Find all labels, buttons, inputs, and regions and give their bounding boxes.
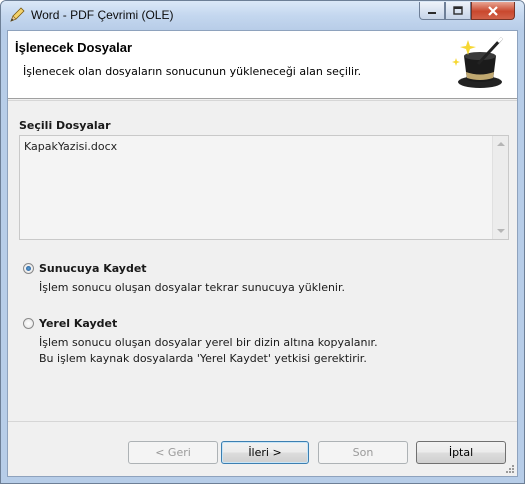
button-separator xyxy=(8,421,517,422)
minimize-button[interactable] xyxy=(419,2,445,20)
option-server-save[interactable]: Sunucuya Kaydet xyxy=(23,262,147,275)
title-bar[interactable]: Word - PDF Çevrimi (OLE) xyxy=(1,1,524,30)
cancel-button[interactable]: İptal xyxy=(416,441,506,464)
scroll-up-icon[interactable] xyxy=(497,142,505,146)
header-divider xyxy=(8,100,517,101)
magic-hat-icon xyxy=(452,36,504,88)
minimize-icon xyxy=(428,11,436,14)
next-button[interactable]: İleri > xyxy=(221,441,309,464)
server-save-description: İşlem sonucu oluşan dosyalar tekrar sunu… xyxy=(39,281,345,294)
pen-icon xyxy=(10,7,25,22)
list-scrollbar[interactable] xyxy=(492,136,508,239)
window-title: Word - PDF Çevrimi (OLE) xyxy=(31,8,174,22)
resize-grip-icon[interactable] xyxy=(505,464,515,474)
option-local-save[interactable]: Yerel Kaydet xyxy=(23,317,117,330)
selected-files-list[interactable]: KapakYazisi.docx xyxy=(19,135,509,240)
wizard-header: İşlenecek Dosyalar İşlenecek olan dosyal… xyxy=(8,31,517,99)
local-save-label[interactable]: Yerel Kaydet xyxy=(39,317,117,330)
close-button[interactable] xyxy=(471,2,515,20)
selected-files-label: Seçili Dosyalar xyxy=(19,119,111,132)
finish-button[interactable]: Son xyxy=(318,441,408,464)
page-title: İşlenecek Dosyalar xyxy=(15,40,133,55)
server-save-label[interactable]: Sunucuya Kaydet xyxy=(39,262,147,275)
server-save-radio[interactable] xyxy=(23,263,34,274)
local-save-description-1: İşlem sonucu oluşan dosyalar yerel bir d… xyxy=(39,336,378,349)
maximize-button[interactable] xyxy=(445,2,471,20)
local-save-description-2: Bu işlem kaynak dosyalarda 'Yerel Kaydet… xyxy=(39,352,367,365)
back-button[interactable]: < Geri xyxy=(128,441,218,464)
maximize-icon xyxy=(453,5,463,15)
list-item[interactable]: KapakYazisi.docx xyxy=(24,140,117,153)
page-subtitle: İşlenecek olan dosyaların sonucunun yükl… xyxy=(23,65,362,78)
wizard-window: Word - PDF Çevrimi (OLE) İşlenecek Dosya… xyxy=(0,0,525,484)
scroll-down-icon[interactable] xyxy=(497,229,505,233)
close-icon xyxy=(488,5,498,16)
local-save-radio[interactable] xyxy=(23,318,34,329)
wizard-body: İşlenecek Dosyalar İşlenecek olan dosyal… xyxy=(7,30,518,477)
